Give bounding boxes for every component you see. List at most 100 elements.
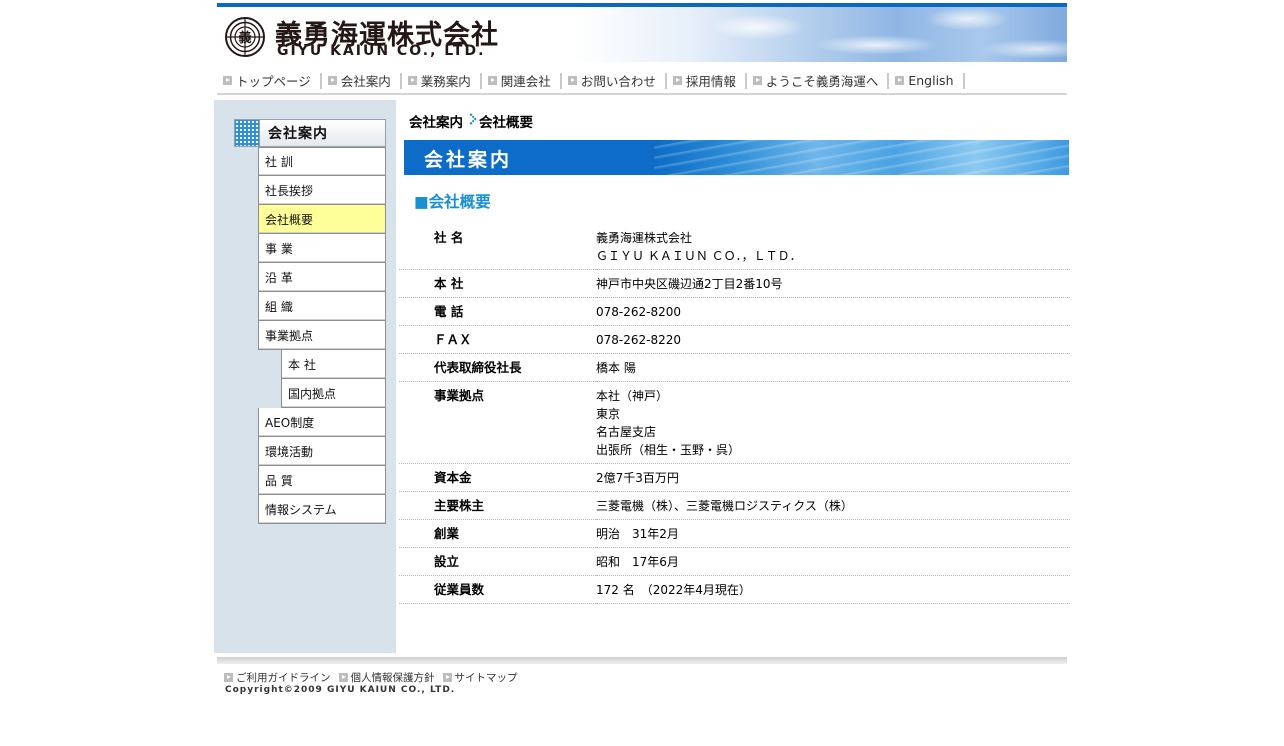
row-value: 昭和 17年6月: [596, 547, 1070, 576]
table-row: 創業 明治 31年2月: [399, 519, 1070, 548]
table-row: 事業拠点 本社（神戸） 東京 名古屋支店 出張所（相生・玉野・呉）: [399, 381, 1070, 464]
header-sky-image: [637, 7, 1067, 62]
footer-link-label: 個人情報保護方針: [350, 672, 435, 684]
nav-top-page[interactable]: トップページ: [217, 72, 322, 89]
sidebar-item-it-system[interactable]: 情報システム: [258, 495, 386, 524]
sidebar-item-overview[interactable]: 会社概要: [258, 205, 386, 234]
sidebar-item-motto[interactable]: 社 訓: [258, 147, 386, 176]
value-line: 本社（神戸）: [596, 389, 669, 403]
row-value: 078-262-8200: [596, 297, 1070, 326]
table-row: 主要株主 三菱電機（株）、三菱電機ロジスティクス（株）: [399, 491, 1070, 520]
value-line: 橋本 陽: [596, 361, 636, 375]
value-line: 明治 31年2月: [596, 527, 679, 541]
table-row: 本 社 神戸市中央区磯辺通2丁目2番10号: [399, 269, 1070, 298]
table-row: 代表取締役社長 橋本 陽: [399, 353, 1070, 382]
row-value: 172 名 （2022年4月現在）: [596, 575, 1070, 604]
sidebar-item-headoffice[interactable]: 本 社: [281, 350, 386, 379]
table-row: 資本金 2億7千3百万円: [399, 463, 1070, 492]
sidebar-item-organization[interactable]: 組 織: [258, 292, 386, 321]
row-key: 創業: [399, 519, 596, 548]
company-emblem-icon[interactable]: 義: [225, 17, 265, 57]
arrow-right-icon: [567, 76, 577, 85]
nav-english[interactable]: English: [889, 72, 965, 89]
nav-welcome[interactable]: ようこそ義勇海運へ: [747, 72, 890, 89]
sidebar-item-greeting[interactable]: 社長挨拶: [258, 176, 386, 205]
nav-label: ようこそ義勇海運へ: [765, 74, 879, 89]
table-row: 電 話 078-262-8200: [399, 297, 1070, 326]
nav-services[interactable]: 業務案内: [402, 72, 482, 89]
arrow-right-icon: [752, 76, 762, 85]
sidebar-menu: 社 訓 社長挨拶 会社概要 事 業 沿 革 組 織 事業拠点 本 社 国内拠点 …: [258, 147, 386, 524]
company-name-en[interactable]: GIYU KAIUN CO., LTD.: [277, 43, 485, 59]
nav-label: 関連会社: [500, 74, 551, 89]
arrow-right-icon: [338, 673, 348, 682]
row-key: 本 社: [399, 269, 596, 298]
sidebar-item-domestic[interactable]: 国内拠点: [281, 379, 386, 408]
row-value: 明治 31年2月: [596, 519, 1070, 548]
site-header: 義 義勇海運株式会社 GIYU KAIUN CO., LTD.: [217, 3, 1067, 62]
value-line: 078-262-8220: [596, 333, 682, 347]
copyright: Copyright©2009 GIYU KAIUN CO., LTD.: [225, 685, 456, 695]
sidebar-item-aeo[interactable]: AEO制度: [258, 408, 386, 437]
nav-affiliates[interactable]: 関連会社: [482, 72, 562, 89]
sidebar-item-locations[interactable]: 事業拠点: [258, 321, 386, 350]
value-line: 昭和 17年6月: [596, 555, 679, 569]
breadcrumb-current: 会社概要: [479, 115, 533, 131]
arrow-right-icon: [442, 673, 452, 682]
row-value: 2億7千3百万円: [596, 463, 1070, 492]
nav-recruit[interactable]: 採用情報: [667, 72, 747, 89]
arrow-right-icon: [327, 76, 337, 85]
row-value: 本社（神戸） 東京 名古屋支店 出張所（相生・玉野・呉）: [596, 381, 1070, 464]
sidebar-item-environment[interactable]: 環境活動: [258, 437, 386, 466]
sidebar-item-business[interactable]: 事 業: [258, 234, 386, 263]
arrow-right-icon: [224, 673, 233, 682]
value-line: 2億7千3百万円: [596, 471, 679, 485]
sidebar-heading-label: 会社案内: [268, 126, 328, 142]
nav-label: English: [908, 73, 954, 88]
value-line: 名古屋支店: [596, 425, 657, 439]
footer-link-privacy[interactable]: 個人情報保護方針: [338, 670, 435, 685]
value-line: 東京: [596, 407, 621, 421]
nav-label: トップページ: [236, 74, 311, 89]
arrow-right-icon: [672, 76, 682, 85]
nav-contact[interactable]: お問い合わせ: [562, 72, 667, 89]
chevron-right-icon: [466, 114, 476, 128]
value-line: ＧＩＹＵ ＫＡＩＵＮ ＣＯ．，ＬＴＤ．: [596, 249, 802, 263]
row-key: 電 話: [399, 297, 596, 326]
row-key: ＦＡＸ: [399, 325, 596, 354]
footer-link-guideline[interactable]: ご利用ガイドライン: [224, 670, 331, 685]
nav-label: お問い合わせ: [580, 74, 656, 89]
row-key: 代表取締役社長: [399, 353, 596, 382]
sidebar-item-history[interactable]: 沿 革: [258, 263, 386, 292]
row-key: 事業拠点: [399, 381, 596, 464]
value-line: 義勇海運株式会社: [596, 231, 693, 245]
breadcrumb-parent[interactable]: 会社案内: [409, 111, 463, 131]
sidebar-item-quality[interactable]: 品 質: [258, 466, 386, 495]
footer-link-sitemap[interactable]: サイトマップ: [442, 670, 518, 685]
table-row: ＦＡＸ 078-262-8220: [399, 325, 1070, 354]
company-profile-table: 社 名 義勇海運株式会社 ＧＩＹＵ ＫＡＩＵＮ ＣＯ．，ＬＴＤ． 本 社 神戸市…: [399, 224, 1070, 604]
value-line: 出張所（相生・玉野・呉）: [596, 443, 741, 457]
table-row: 社 名 義勇海運株式会社 ＧＩＹＵ ＫＡＩＵＮ ＣＯ．，ＬＴＤ．: [399, 224, 1070, 270]
nav-label: 採用情報: [685, 74, 736, 89]
global-nav: トップページ 会社案内 業務案内 関連会社 お問い合わせ 採用情報 ようこそ義勇…: [217, 68, 1067, 95]
row-value: 義勇海運株式会社 ＧＩＹＵ ＫＡＩＵＮ ＣＯ．，ＬＴＤ．: [596, 224, 1070, 270]
arrow-right-icon: [223, 76, 232, 85]
footer-link-label: ご利用ガイドライン: [236, 672, 331, 684]
page-title: ■会社概要: [414, 193, 491, 211]
arrow-right-icon: [487, 76, 497, 85]
row-key: 社 名: [399, 224, 596, 270]
row-value: 神戸市中央区磯辺通2丁目2番10号: [596, 269, 1070, 298]
grid-icon: [235, 120, 260, 146]
nav-company[interactable]: 会社案内: [322, 72, 402, 89]
value-line: 三菱電機（株）、三菱電機ロジスティクス（株）: [596, 499, 853, 513]
row-key: 従業員数: [399, 575, 596, 604]
banner-waves-image: [654, 140, 1069, 175]
value-line: 078-262-8200: [596, 305, 682, 319]
breadcrumb: 会社案内 会社概要: [409, 111, 533, 131]
footer-links: ご利用ガイドライン 個人情報保護方針 サイトマップ: [224, 670, 526, 685]
sidebar-heading: 会社案内: [234, 119, 386, 147]
row-key: 設立: [399, 547, 596, 576]
row-value: 三菱電機（株）、三菱電機ロジスティクス（株）: [596, 491, 1070, 520]
table-row: 従業員数 172 名 （2022年4月現在）: [399, 575, 1070, 604]
